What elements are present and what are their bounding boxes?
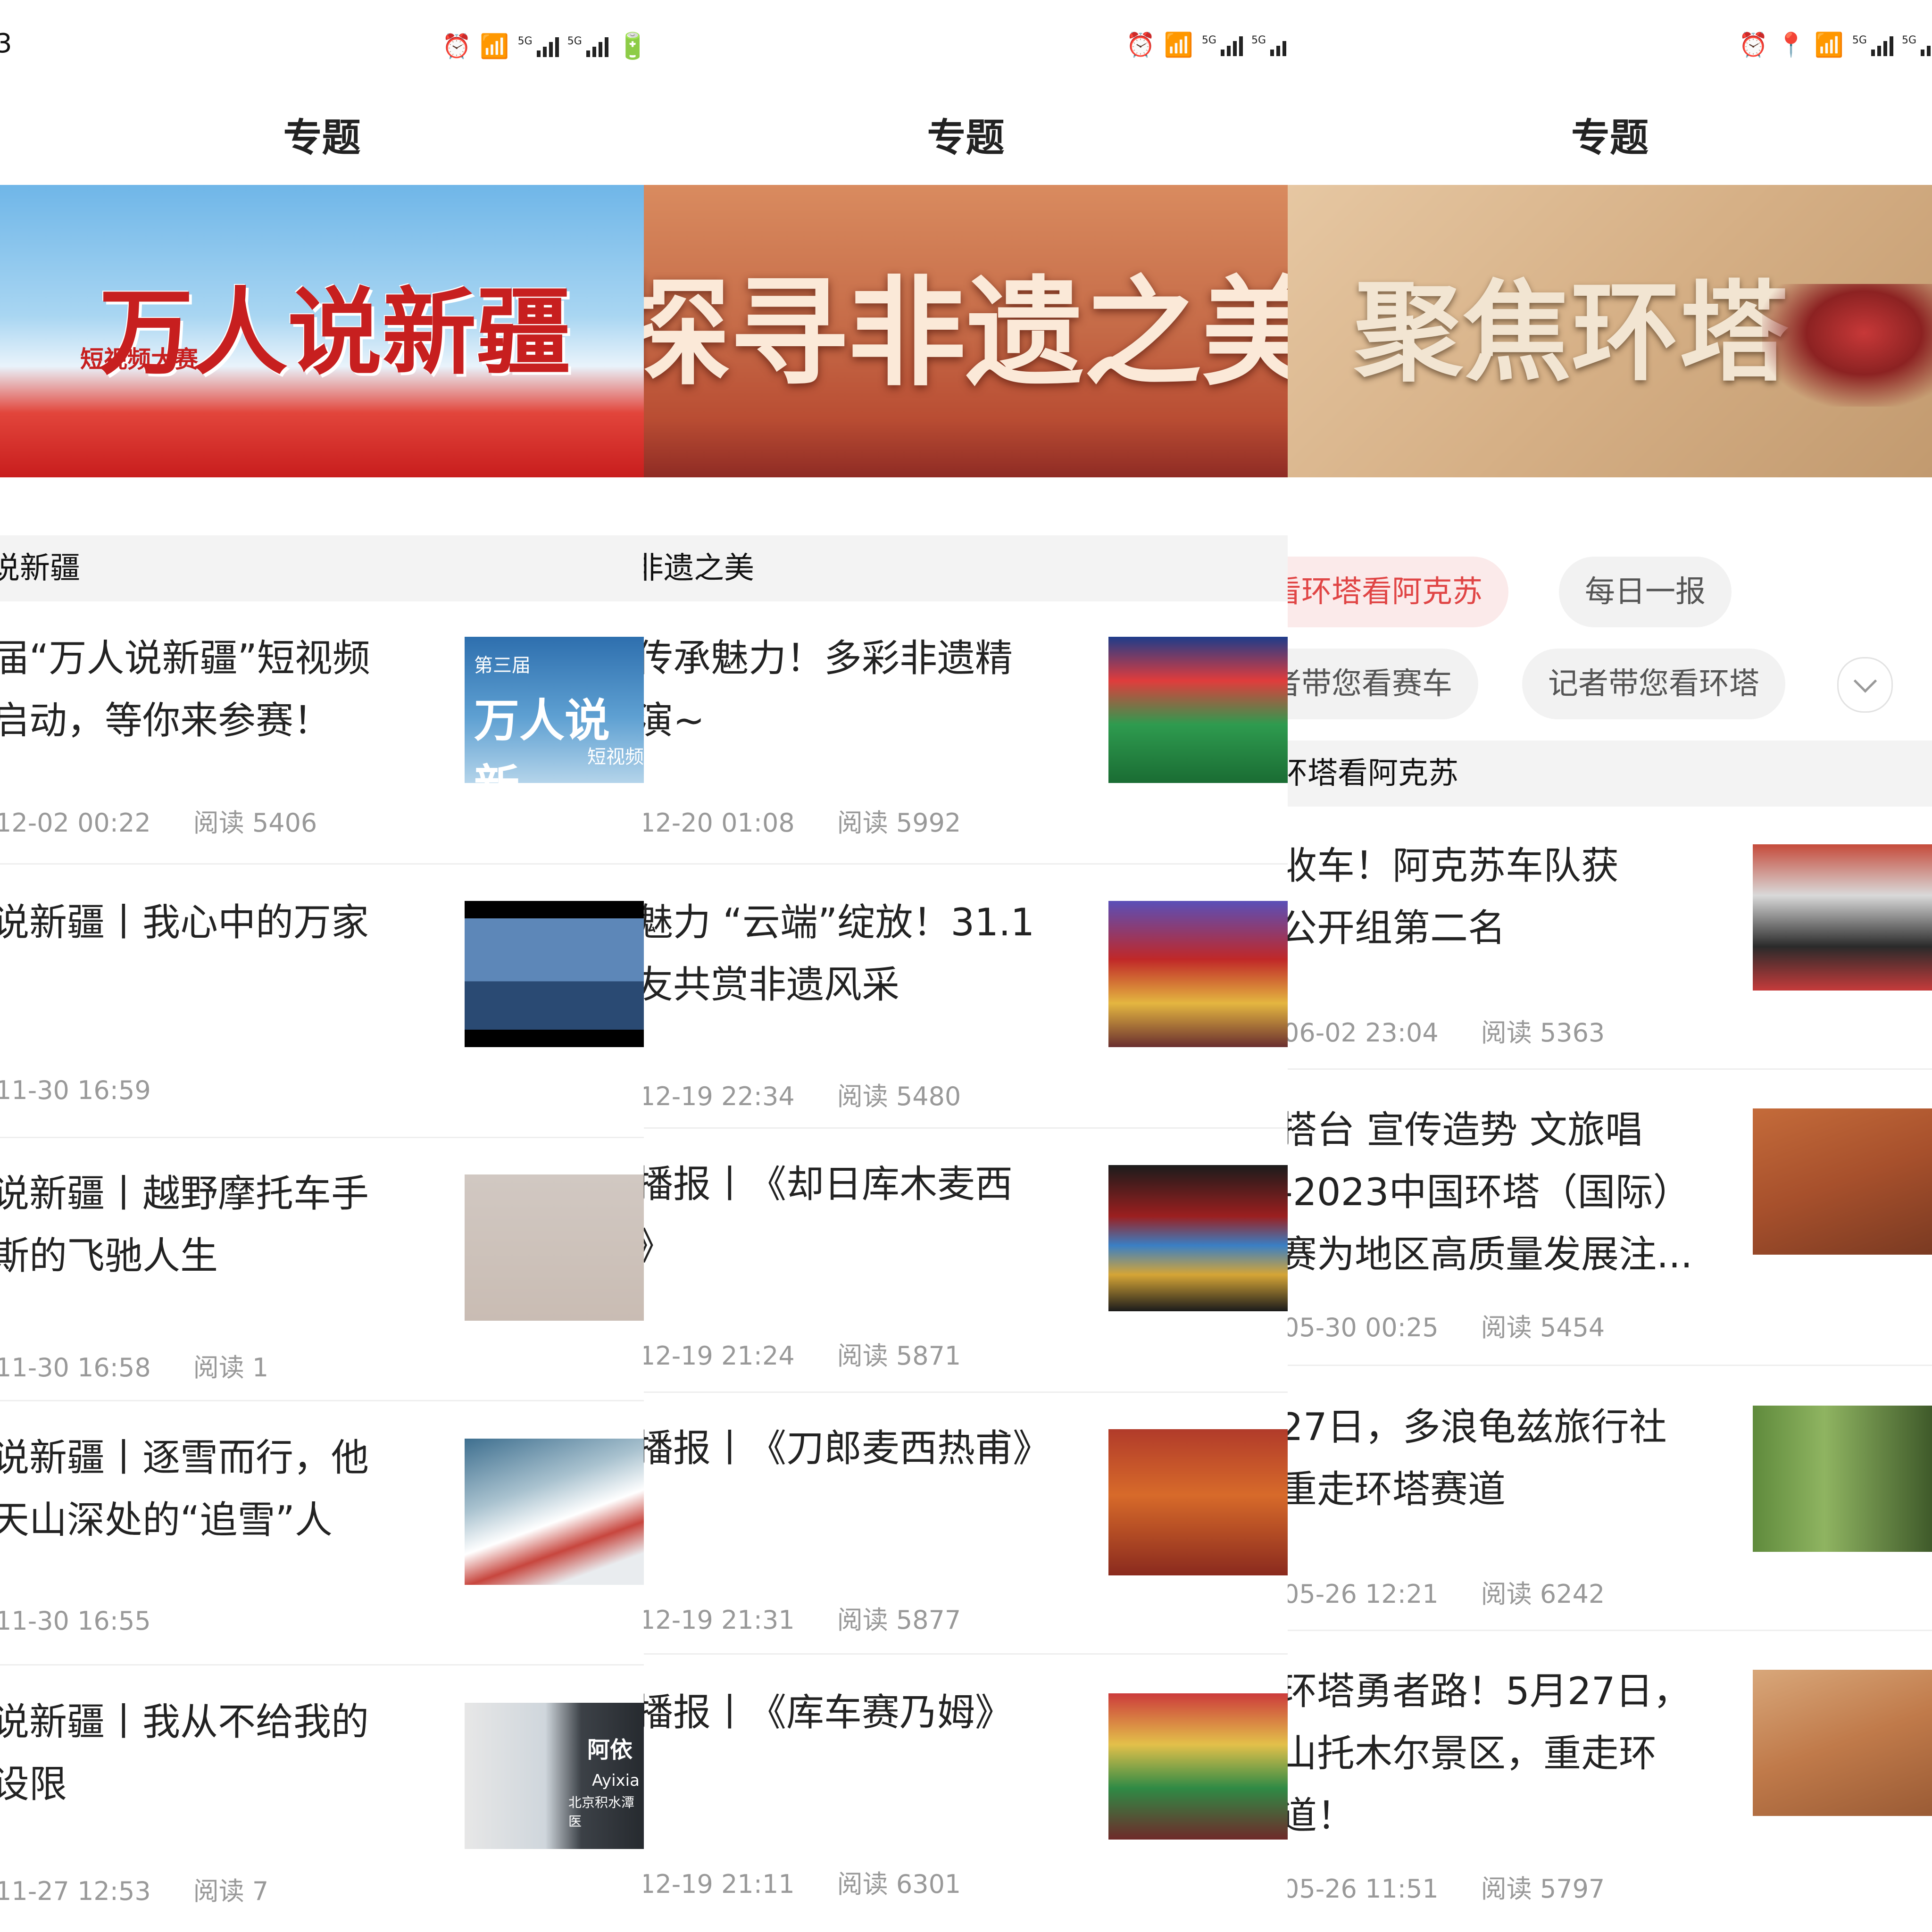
chevron-down-icon[interactable] <box>1837 657 1893 713</box>
item-title: 传承魅力！多彩非遗精 演~ <box>644 636 1013 742</box>
topic-banner[interactable]: 聚焦环塔 <box>1288 185 1932 477</box>
item-thumbnail <box>1108 637 1288 783</box>
divider <box>1288 1630 1932 1631</box>
item-title: 说新疆丨我心中的万家 <box>0 900 369 944</box>
item-thumbnail <box>465 1174 644 1321</box>
wifi-icon: 📶 <box>1814 31 1844 58</box>
divider <box>644 863 1288 865</box>
divider <box>0 1664 644 1666</box>
item-meta: 06-02 23:04 阅读 5363 <box>1288 1018 1605 1048</box>
battery-icon: 🔋 <box>616 31 644 61</box>
item-meta: 11-30 16:59 <box>0 1075 151 1105</box>
item-title: 届“万人说新疆”短视频 启动，等你来参赛！ <box>0 636 370 742</box>
item-title: 说新疆丨我从不给我的 设限 <box>0 1700 369 1806</box>
status-bar: 3 ⏰ 📶 5G 5G 🔋 <box>0 28 644 66</box>
divider <box>1288 1068 1932 1070</box>
section-header: 说新疆 <box>0 535 644 601</box>
divider <box>0 1400 644 1401</box>
divider <box>644 1653 1288 1655</box>
item-meta: 11-27 12:53 阅读 7 <box>0 1876 269 1906</box>
status-bar: ⏰ 📍 📶 5G 5G <box>1288 28 1932 66</box>
item-thumbnail <box>1108 901 1288 1047</box>
topic-banner[interactable]: 万人说新疆 短视频大赛 <box>0 185 644 477</box>
item-thumbnail <box>1753 844 1932 991</box>
item-thumbnail <box>1753 1108 1932 1255</box>
item-title: 27日，多浪龟兹旅行社 重走环塔赛道 <box>1288 1405 1667 1511</box>
item-thumbnail <box>1753 1670 1932 1816</box>
screen-xinjiang: 3 ⏰ 📶 5G 5G 🔋 专题 万人说新疆 短视频大赛 说新疆 届“万人说新疆… <box>0 0 644 1932</box>
item-title: 播报丨《库车赛乃姆》 <box>644 1690 1013 1734</box>
signal-icon: 5G <box>1202 34 1243 56</box>
item-meta: 12-02 00:22 阅读 5406 <box>0 808 317 838</box>
item-thumbnail <box>1753 1406 1932 1552</box>
screen-intangible-heritage: ⏰ 📶 5G 5G 专题 探寻非遗之美 非遗之美 传承魅力！多彩非遗精 演~ 12… <box>644 0 1288 1932</box>
status-icons: ⏰ 📍 📶 5G 5G <box>1739 31 1932 59</box>
item-meta: 12-20 01:08 阅读 5992 <box>644 808 961 838</box>
alarm-icon: ⏰ <box>1739 31 1768 58</box>
page-title: 专题 <box>927 116 1005 160</box>
chip-reporter[interactable]: 记者带您看环塔 <box>1522 649 1785 719</box>
chip-daily[interactable]: 每日一报 <box>1559 557 1732 627</box>
item-meta: 05-26 11:51 阅读 5797 <box>1288 1874 1605 1904</box>
page-title: 专题 <box>1571 116 1649 160</box>
banner-title: 探寻非遗之美 <box>644 263 1288 402</box>
item-thumbnail: 阿依 Ayixia 北京积水潭医 <box>465 1703 644 1849</box>
status-time: 3 <box>0 28 12 59</box>
item-meta: 12-19 22:34 阅读 5480 <box>644 1082 961 1111</box>
item-title: 说新疆丨越野摩托车手 斯的飞驰人生 <box>0 1172 369 1278</box>
item-meta: 11-30 16:58 阅读 1 <box>0 1353 269 1382</box>
page-title: 专题 <box>283 116 361 160</box>
item-thumbnail <box>1108 1693 1288 1840</box>
item-meta: 12-19 21:31 阅读 5877 <box>644 1605 961 1635</box>
status-icons: ⏰ 📶 5G 5G <box>1126 31 1288 59</box>
item-thumbnail: 第三届 万人说新 短视频 <box>465 637 644 783</box>
signal-icon: 5G <box>567 35 608 57</box>
signal-icon: 5G <box>1852 34 1893 56</box>
screen-tour-taklimakan: ⏰ 📍 📶 5G 5G 专题 聚焦环塔 看环塔看阿克苏 每日一报 者带您看赛车 … <box>1288 0 1932 1932</box>
item-title: 播报丨《刀郎麦西热甫》 <box>644 1426 1050 1470</box>
item-meta: 12-19 21:11 阅读 6301 <box>644 1869 961 1899</box>
divider <box>0 1137 644 1138</box>
signal-icon: 5G <box>518 35 559 57</box>
item-title: 收车！阿克苏车队获 公开组第二名 <box>1288 844 1619 950</box>
status-icons: ⏰ 📶 5G 5G 🔋 <box>442 31 644 61</box>
topic-banner[interactable]: 探寻非遗之美 <box>644 185 1288 477</box>
divider <box>0 863 644 865</box>
banner-subtitle: 短视频大赛 <box>80 346 198 373</box>
divider <box>1288 1365 1932 1366</box>
item-thumbnail <box>465 1439 644 1585</box>
divider <box>644 1391 1288 1393</box>
location-icon: 📍 <box>1776 31 1806 58</box>
wifi-icon: 📶 <box>1164 31 1193 58</box>
chip-akesu[interactable]: 看环塔看阿克苏 <box>1288 557 1508 627</box>
item-meta: 11-30 16:55 <box>0 1606 151 1636</box>
alarm-icon: ⏰ <box>1126 31 1156 58</box>
item-thumbnail <box>1108 1165 1288 1311</box>
three-screenshots: 3 ⏰ 📶 5G 5G 🔋 专题 万人说新疆 短视频大赛 说新疆 届“万人说新疆… <box>0 0 1932 1932</box>
item-title: 环塔勇者路！5月27日， 山托木尔景区，重走环 道！ <box>1288 1669 1691 1838</box>
alarm-icon: ⏰ <box>442 32 472 60</box>
item-title: 说新疆丨逐雪而行，他 天山深处的“追雪”人 <box>0 1436 369 1542</box>
item-thumbnail <box>1108 1429 1288 1575</box>
item-title: 魅力 “云端”绽放！31.1 友共赏非遗风采 <box>644 900 1035 1007</box>
item-thumbnail <box>465 901 644 1047</box>
rally-car-image <box>1762 284 1932 407</box>
chip-cars[interactable]: 者带您看赛车 <box>1288 649 1478 719</box>
signal-icon: 5G <box>1251 34 1288 56</box>
item-title: 播报丨《却日库木麦西》 <box>644 1162 1013 1268</box>
section-header: 环塔看阿克苏 <box>1288 741 1932 807</box>
wifi-icon: 📶 <box>480 32 509 60</box>
signal-icon: 5G <box>1902 34 1932 56</box>
section-header: 非遗之美 <box>644 535 1288 601</box>
item-meta: 05-30 00:25 阅读 5454 <box>1288 1313 1605 1342</box>
item-meta: 12-19 21:24 阅读 5871 <box>644 1341 961 1371</box>
banner-title: 聚焦环塔 <box>1354 268 1789 396</box>
status-bar: ⏰ 📶 5G 5G <box>644 28 1288 66</box>
divider <box>644 1127 1288 1129</box>
item-title: 搭台 宣传造势 文旅唱 -2023中国环塔（国际） 赛为地区高质量发展注... <box>1288 1108 1693 1276</box>
item-meta: 05-26 12:21 阅读 6242 <box>1288 1579 1605 1609</box>
